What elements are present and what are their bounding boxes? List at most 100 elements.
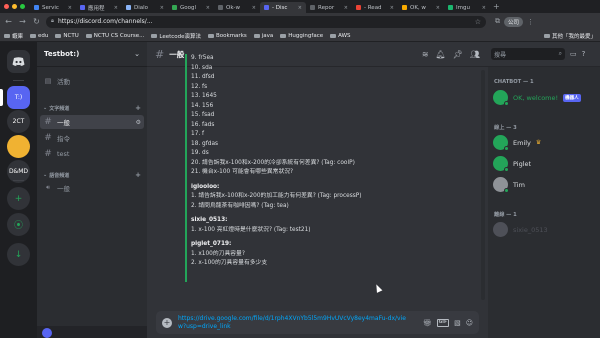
home-button[interactable] [7, 50, 30, 73]
inbox-icon[interactable]: ▭ [570, 50, 577, 58]
message-composer[interactable]: + https://drive.google.com/file/d/1rph4X… [156, 311, 479, 334]
bookmark-item[interactable]: NCTU CS Course... [85, 33, 144, 39]
extensions-icon[interactable]: ⧉ [495, 17, 500, 26]
bookmark-item[interactable]: Leetcode演算法 [151, 32, 201, 40]
message-line: 20. 請告訴我x-100和x-200的冷卻系統有何差異? (Tag: cool… [191, 159, 355, 166]
activity-icon: ▤ [44, 77, 52, 85]
member-item[interactable]: OK, welcome! 機器人 [493, 90, 581, 106]
reload-icon[interactable]: ↻ [32, 17, 41, 26]
hash-icon: # [44, 133, 52, 143]
server-label: + [14, 193, 23, 204]
profile-button[interactable]: 公司 [504, 16, 524, 27]
tab-label: Repor [318, 4, 335, 11]
composer-input[interactable]: https://drive.google.com/file/d/1rph4XVn… [178, 315, 408, 331]
back-icon[interactable]: ← [4, 17, 13, 26]
browser-tab[interactable]: - Disc × [260, 2, 306, 13]
tab-favicon-icon [34, 5, 39, 10]
close-tab-icon[interactable]: × [482, 5, 486, 11]
browser-tab[interactable]: OK, w × [398, 2, 444, 13]
member-item[interactable]: Tim [493, 177, 525, 193]
address-bar[interactable]: 🔒︎ https://discord.com/channels/... ☆ [46, 15, 486, 28]
new-tab-button[interactable]: + [493, 2, 500, 11]
avatar[interactable] [42, 328, 52, 338]
message-line: 19. ds [191, 150, 209, 156]
server-label: T:) [14, 94, 23, 101]
members-icon[interactable]: 👥︎ [470, 50, 480, 59]
close-window-button[interactable] [4, 4, 9, 9]
voice-category[interactable]: ⌄ 語音頻道 + [43, 171, 141, 179]
channel-item[interactable]: # 指令 [40, 131, 144, 145]
browser-tab[interactable]: Ok-w × [214, 2, 260, 13]
emoji-icon[interactable]: ☺ [466, 319, 473, 327]
member-category: 線上 — 3 [494, 125, 517, 131]
close-tab-icon[interactable]: × [390, 5, 394, 11]
tab-label: - Read [364, 4, 382, 11]
server-icon[interactable] [7, 135, 30, 158]
bookmark-item[interactable]: AWS [330, 33, 351, 39]
server-label: 2CT [12, 118, 25, 125]
gif-icon[interactable]: GIF [436, 318, 450, 327]
browser-tab[interactable]: Repor × [306, 2, 352, 13]
channel-settings-icon[interactable]: ⚙ [136, 119, 141, 126]
text-category[interactable]: ⌄ 文字頻道 + [43, 104, 141, 112]
bookmark-star-icon[interactable]: ☆ [475, 18, 481, 26]
add-attachment-button[interactable]: + [162, 317, 172, 328]
bookmark-item[interactable]: java [253, 33, 273, 39]
close-tab-icon[interactable]: × [436, 5, 440, 11]
member-item[interactable]: Piglet [493, 156, 531, 172]
maximize-window-button[interactable] [20, 4, 25, 9]
activity-item[interactable]: ▤ 活動 [40, 74, 144, 88]
server-icon[interactable]: ⦿ [7, 213, 30, 236]
close-tab-icon[interactable]: × [344, 5, 348, 11]
server-icon[interactable]: T:) [7, 86, 30, 109]
close-tab-icon[interactable]: × [252, 5, 256, 11]
browser-tab[interactable]: Googl × [168, 2, 214, 13]
server-icon[interactable]: + [7, 187, 30, 210]
channel-item[interactable]: # test [40, 147, 144, 161]
tab-label: Imgu [456, 4, 470, 11]
guild-header[interactable]: Testbot:) ⌄ [37, 42, 147, 67]
browser-tab[interactable]: - Read × [352, 2, 398, 13]
server-icon[interactable]: 2CT [7, 110, 30, 133]
bookmark-item[interactable]: Huggingface [280, 33, 323, 39]
scrollbar[interactable] [481, 70, 485, 300]
close-tab-icon[interactable]: × [114, 5, 118, 11]
browser-tab[interactable]: Imgu × [444, 2, 490, 13]
add-channel-icon[interactable]: + [135, 104, 141, 112]
tab-label: - Disc [272, 4, 288, 11]
browser-tab[interactable]: Servic × [30, 2, 76, 13]
gift-icon[interactable]: 🎁︎ [423, 319, 432, 327]
bookmark-item[interactable]: NCTU [55, 33, 79, 39]
avatar [493, 222, 508, 237]
message-line: 1. x100的刀具容量? [191, 250, 245, 257]
pin-icon[interactable]: 📌︎ [453, 50, 463, 59]
sticker-icon[interactable]: ▧ [454, 319, 461, 327]
channel-item[interactable]: # 一般 ⚙ [40, 115, 144, 129]
server-icon[interactable]: ↓ [7, 243, 30, 266]
close-tab-icon[interactable]: × [298, 5, 302, 11]
bookmark-item[interactable]: Bookmarks [208, 33, 247, 39]
member-name: Emily [513, 138, 531, 147]
close-tab-icon[interactable]: × [160, 5, 164, 11]
close-tab-icon[interactable]: × [68, 5, 72, 11]
bot-badge: 機器人 [563, 93, 581, 102]
folder-icon [85, 33, 92, 38]
threads-icon[interactable]: ≋ [422, 50, 429, 59]
minimize-window-button[interactable] [12, 4, 17, 9]
bell-icon[interactable]: 🔔︎ [436, 50, 446, 59]
search-input[interactable]: 搜尋 ⌕ [491, 48, 565, 60]
bookmark-item[interactable]: edu [30, 33, 48, 39]
voice-channel-item[interactable]: 🔊︎ 一般 [40, 181, 144, 195]
forward-icon[interactable]: → [18, 17, 27, 26]
browser-tab[interactable]: Dialo × [122, 2, 168, 13]
bookmark-other[interactable]: 其他「我的最愛」 [543, 32, 596, 40]
add-channel-icon[interactable]: + [135, 171, 141, 179]
bookmark-item[interactable]: 蝦庫 [4, 32, 23, 40]
tab-label: Servic [42, 4, 59, 11]
menu-icon[interactable]: ⋮ [527, 18, 534, 26]
close-tab-icon[interactable]: × [206, 5, 210, 11]
browser-tab[interactable]: 應用程 × [76, 2, 122, 13]
help-icon[interactable]: ? [582, 50, 586, 58]
member-item[interactable]: Emily ♛ [493, 135, 541, 151]
member-item[interactable]: sixie_0513 [493, 222, 548, 237]
